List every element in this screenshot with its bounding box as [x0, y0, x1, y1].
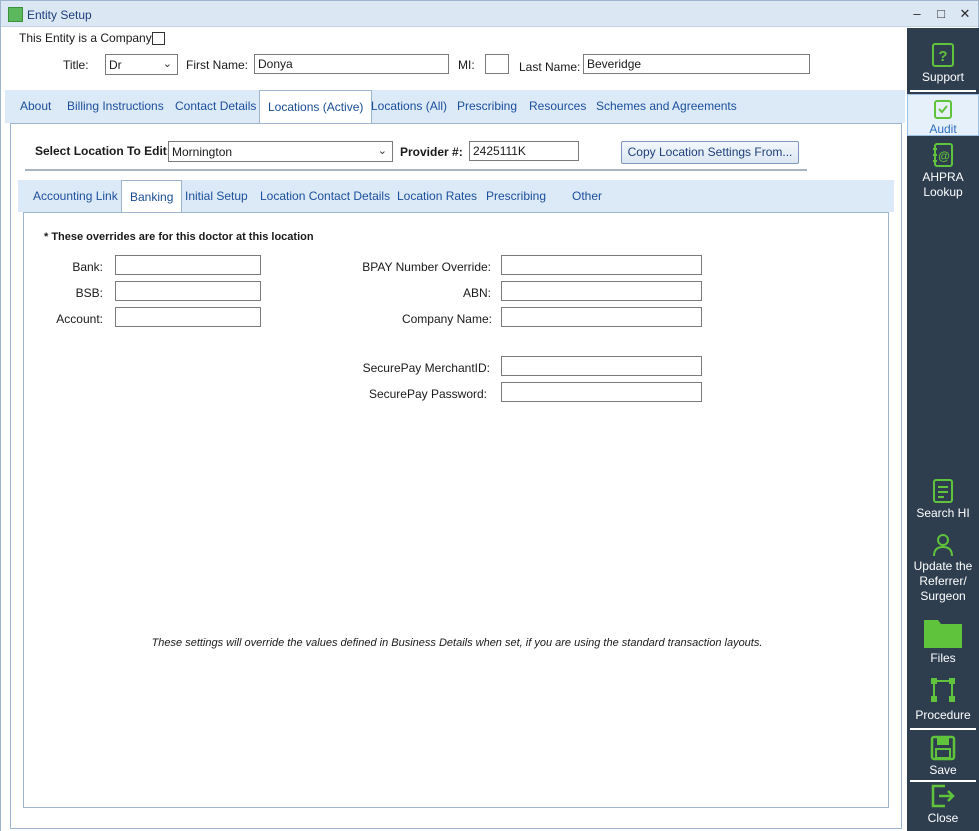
tab-schemes-and-agreements[interactable]: Schemes and Agreements [588, 90, 745, 123]
override-footnote: These settings will override the values … [151, 637, 763, 649]
folder-icon [924, 620, 962, 648]
update-referrer-button[interactable]: Update the Referrer/ Surgeon [907, 533, 979, 604]
subtab-location-contact-details[interactable]: Location Contact Details [252, 180, 398, 212]
overrides-note: * These overrides are for this doctor at… [44, 231, 314, 243]
procedure-label: Procedure [915, 708, 971, 722]
tab-resources[interactable]: Resources [521, 90, 594, 123]
chevron-down-icon: ⌄ [377, 145, 387, 157]
copy-location-settings-button[interactable]: Copy Location Settings From... [621, 141, 799, 164]
location-select-value: Mornington [172, 145, 233, 159]
tab-billing-instructions[interactable]: Billing Instructions [59, 90, 172, 123]
mi-field[interactable] [485, 54, 509, 74]
banking-panel: * These overrides are for this doctor at… [23, 212, 889, 808]
account-field[interactable] [115, 307, 261, 327]
document-search-icon [933, 479, 953, 503]
doctor-icon [933, 534, 953, 557]
bsb-label: BSB: [75, 286, 103, 300]
app-icon [8, 7, 23, 22]
account-label: Account: [56, 312, 103, 326]
provider-number-field[interactable]: 2425111K [469, 141, 579, 161]
securepay-merchant-field[interactable] [501, 356, 702, 376]
files-label: Files [930, 651, 956, 665]
company-checkbox-label: This Entity is a Company [19, 31, 152, 45]
company-checkbox[interactable] [152, 32, 165, 45]
save-label: Save [929, 763, 957, 777]
locations-panel: Select Location To Edit: Mornington ⌄ Pr… [10, 123, 902, 829]
bank-label: Bank: [72, 260, 103, 274]
title-bar: Entity Setup – □ ✕ [1, 1, 978, 27]
support-label: Support [921, 70, 965, 84]
subtab-initial-setup[interactable]: Initial Setup [177, 180, 256, 212]
search-hi-button[interactable]: Search HI [907, 478, 979, 521]
securepay-merchant-label: SecurePay MerchantID: [362, 361, 490, 375]
sub-tab-strip: Accounting Link Banking Initial Setup Lo… [18, 180, 894, 213]
location-select[interactable]: Mornington ⌄ [168, 141, 393, 162]
tab-locations-all[interactable]: Locations (All) [363, 90, 455, 123]
bsb-field[interactable] [115, 281, 261, 301]
ahpra-lookup-label: AHPRA Lookup [922, 170, 964, 199]
address-book-icon: @ [933, 143, 953, 167]
tab-prescribing[interactable]: Prescribing [449, 90, 525, 123]
bpay-field[interactable] [501, 255, 702, 275]
workflow-icon [931, 678, 955, 702]
securepay-password-field[interactable] [501, 382, 702, 402]
maximize-button[interactable]: □ [932, 5, 950, 23]
svg-text:?: ? [938, 48, 947, 65]
audit-label: Audit [929, 122, 957, 136]
bpay-label: BPAY Number Override: [362, 260, 491, 274]
ahpra-lookup-button[interactable]: @ AHPRA Lookup [907, 142, 979, 200]
tab-about[interactable]: About [12, 90, 59, 123]
entity-setup-window: Entity Setup – □ ✕ This Entity is a Comp… [0, 0, 979, 831]
company-name-field[interactable] [501, 307, 702, 327]
first-name-label: First Name: [186, 58, 249, 72]
mi-label: MI: [458, 58, 475, 72]
sidebar-separator [910, 90, 976, 92]
exit-door-icon [931, 784, 955, 808]
audit-button[interactable]: Audit [907, 94, 979, 136]
support-button[interactable]: ? Support [907, 42, 979, 85]
help-icon: ? [932, 43, 954, 67]
floppy-disk-icon [930, 735, 956, 761]
subtab-location-rates[interactable]: Location Rates [389, 180, 485, 212]
close-button[interactable]: Close [907, 783, 979, 826]
minimize-button[interactable]: – [908, 5, 926, 23]
provider-label: Provider #: [400, 145, 463, 159]
subtab-prescribing[interactable]: Prescribing [478, 180, 554, 212]
last-name-label: Last Name: [519, 60, 581, 74]
close-window-button[interactable]: ✕ [956, 5, 974, 23]
search-hi-label: Search HI [916, 506, 970, 520]
subtab-accounting-link[interactable]: Accounting Link [25, 180, 126, 212]
save-button[interactable]: Save [907, 735, 979, 778]
close-label: Close [927, 811, 959, 825]
select-location-label: Select Location To Edit: [35, 144, 171, 158]
location-divider [25, 169, 807, 171]
update-referrer-label: Update the Referrer/ Surgeon [913, 559, 973, 603]
sidebar-separator [910, 780, 976, 782]
abn-label: ABN: [462, 286, 491, 300]
sidebar-separator [910, 728, 976, 730]
tab-contact-details[interactable]: Contact Details [167, 90, 264, 123]
action-sidebar: ? Support Audit @ AHPRA Lookup Search HI… [907, 28, 979, 831]
bank-field[interactable] [115, 255, 261, 275]
svg-text:@: @ [938, 149, 950, 163]
chevron-down-icon: ⌄ [162, 58, 172, 70]
last-name-field[interactable]: Beveridge [583, 54, 810, 74]
clipboard-check-icon [934, 100, 952, 119]
procedure-button[interactable]: Procedure [907, 676, 979, 723]
abn-field[interactable] [501, 281, 702, 301]
title-select[interactable]: Dr ⌄ [105, 54, 178, 75]
subtab-banking[interactable]: Banking [121, 180, 183, 213]
first-name-field[interactable]: Donya [254, 54, 449, 74]
main-tab-strip: About Billing Instructions Contact Detai… [5, 90, 905, 124]
tab-locations-active[interactable]: Locations (Active) [259, 90, 373, 124]
window-title: Entity Setup [27, 8, 92, 22]
securepay-password-label: SecurePay Password: [368, 387, 487, 401]
files-button[interactable]: Files [907, 615, 979, 666]
main-content: This Entity is a Company Title: Dr ⌄ Fir… [1, 28, 907, 831]
company-name-label: Company Name: [401, 312, 492, 326]
title-select-value: Dr [109, 58, 122, 72]
subtab-other[interactable]: Other [564, 180, 610, 212]
title-label: Title: [63, 58, 89, 72]
